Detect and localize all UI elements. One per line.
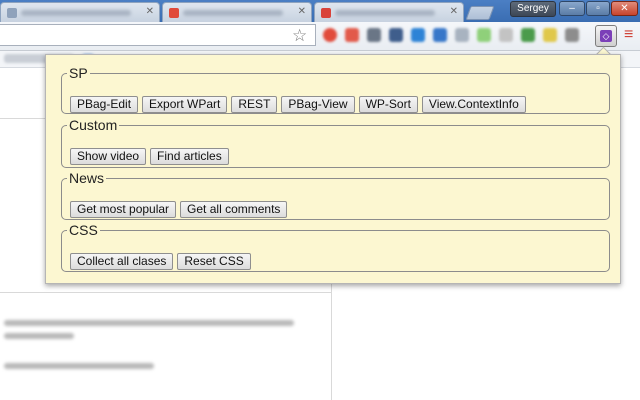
extension-icon[interactable] [455,28,469,42]
pbag-view-button[interactable]: PBag-View [281,96,355,113]
view-contextinfo-button[interactable]: View.ContextInfo [421,96,526,113]
sp-tools-extension-button[interactable]: ◇ [595,25,617,47]
extension-icon[interactable] [323,28,337,42]
sp-tools-extension-icon: ◇ [600,30,612,42]
group-title: Custom [69,117,118,133]
group-title: News [69,170,105,186]
extension-popup: SP PBag-Edit Export WPart REST PBag-View WP-… [45,54,621,284]
extension-icon[interactable] [521,28,535,42]
bookmark-star-icon[interactable]: ☆ [292,26,307,46]
group-title: CSS [69,222,98,238]
tab-close-icon[interactable]: ✕ [450,6,458,17]
group-custom: Custom Show video Find articles [61,118,610,168]
close-window-button[interactable]: ✕ [611,1,638,16]
browser-tab[interactable]: ✕ [0,2,160,22]
tab-close-icon[interactable]: ✕ [146,6,154,17]
extension-icon[interactable] [543,28,557,42]
browser-tab-active[interactable]: ✕ [314,2,464,22]
button-row: Collect all clases Reset CSS [70,252,255,270]
tab-title-blurred [335,10,435,16]
tab-favicon-icon [169,8,179,18]
tab-favicon-icon [321,8,331,18]
page-text-blurred [4,333,74,339]
collect-all-classes-button[interactable]: Collect all clases [70,253,174,270]
show-video-button[interactable]: Show video [70,148,147,165]
find-articles-button[interactable]: Find articles [150,148,229,165]
new-tab-button[interactable] [465,6,495,20]
export-wpart-button[interactable]: Export WPart [142,96,228,113]
tab-favicon-icon [7,8,17,18]
extension-icon[interactable] [345,28,359,42]
group-news: News Get most popular Get all comments [61,171,610,220]
page-text-blurred [4,320,294,326]
button-row: PBag-Edit Export WPart REST PBag-View WP-Sor… [70,95,530,113]
extension-icon[interactable] [433,28,447,42]
extension-icon[interactable] [477,28,491,42]
group-title: SP [69,65,88,81]
page-divider [0,292,331,293]
button-row: Get most popular Get all comments [70,200,291,218]
wp-sort-button[interactable]: WP-Sort [358,96,418,113]
get-most-popular-button[interactable]: Get most popular [70,201,177,218]
tab-title-blurred [183,10,283,16]
restore-button[interactable]: ▫ [586,1,610,16]
address-bar[interactable]: ☆ [0,24,316,46]
page-text-blurred [4,363,154,369]
group-sp: SP PBag-Edit Export WPart REST PBag-View WP-… [61,66,610,114]
extension-icon[interactable] [367,28,381,42]
extension-icon[interactable] [565,28,579,42]
reset-css-button[interactable]: Reset CSS [177,253,251,270]
button-row: Show video Find articles [70,147,233,165]
user-badge[interactable]: Sergey [510,1,556,17]
rest-button[interactable]: REST [231,96,278,113]
extension-icon[interactable] [411,28,425,42]
tab-title-blurred [21,10,131,16]
browser-toolbar: ☆ ◇ ≡ [0,22,640,51]
title-bar: ✕ ✕ ✕ Sergey – ▫ ✕ [0,0,640,22]
chrome-menu-icon[interactable]: ≡ [624,26,633,44]
group-css: CSS Collect all clases Reset CSS [61,223,610,272]
browser-tab[interactable]: ✕ [162,2,312,22]
extension-icon[interactable] [499,28,513,42]
extension-icon[interactable] [389,28,403,42]
tab-close-icon[interactable]: ✕ [298,6,306,17]
get-all-comments-button[interactable]: Get all comments [180,201,288,218]
minimize-button[interactable]: – [559,1,585,16]
pbag-edit-button[interactable]: PBag-Edit [70,96,139,113]
